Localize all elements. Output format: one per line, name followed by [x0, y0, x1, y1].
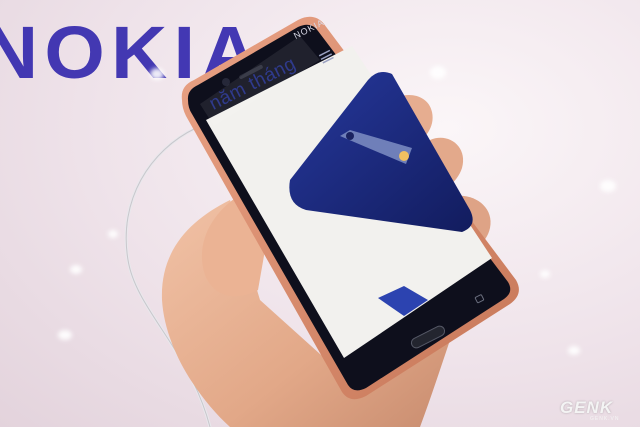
genk-watermark: GENK [560, 398, 614, 417]
smartphone [181, 16, 519, 400]
photo-scene: NOKIA NOKIA năm tháng GENK GENK.VN [0, 0, 640, 427]
genk-watermark-sub: GENK.VN [590, 416, 620, 422]
